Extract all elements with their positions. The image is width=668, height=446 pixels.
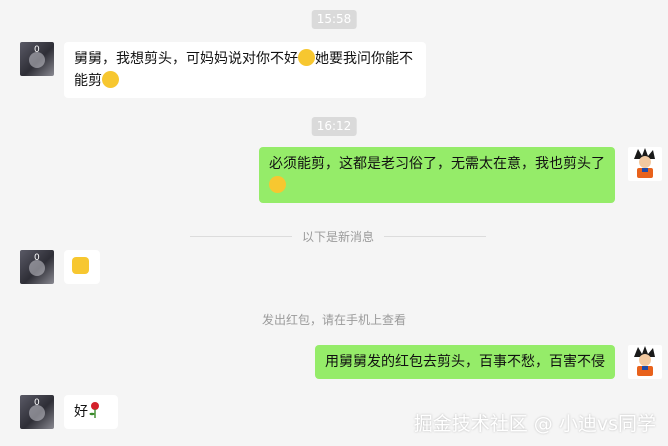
avatar-badge: 0 <box>34 398 40 408</box>
message-bubble-incoming[interactable]: 舅舅，我想剪头，可妈妈说对你不好 她要我问你能不能剪 <box>64 42 426 98</box>
message-bubble-incoming[interactable]: 好 <box>64 395 118 429</box>
message-text: 用舅舅发的红包去剪头，百事不愁，百害不侵 <box>325 354 605 370</box>
smile-emoji-icon <box>102 71 119 88</box>
rose-emoji-icon <box>89 402 99 418</box>
ok-hand-emoji-icon <box>72 257 89 274</box>
system-notice: 发出红包，请在手机上查看 <box>261 313 407 327</box>
message-text: 舅舅，我想剪头，可妈妈说对你不好 <box>74 51 298 67</box>
contact-avatar[interactable]: 0 <box>20 250 54 284</box>
message-bubble-incoming[interactable] <box>64 250 100 284</box>
divider-label: 以下是新消息 <box>302 230 375 244</box>
timestamp: 15:58 <box>311 10 357 29</box>
own-avatar[interactable] <box>628 345 662 379</box>
own-avatar[interactable] <box>628 147 662 181</box>
timestamp: 16:12 <box>311 117 357 136</box>
avatar-badge: 0 <box>34 45 40 55</box>
divider-line <box>384 236 487 237</box>
message-text: 必须能剪，这都是老习俗了，无需太在意，我也剪头了 <box>269 156 605 172</box>
goku-avatar-icon <box>634 148 655 178</box>
contact-avatar[interactable]: 0 <box>20 42 54 76</box>
grin-emoji-icon <box>269 176 286 193</box>
message-bubble-outgoing[interactable]: 必须能剪，这都是老习俗了，无需太在意，我也剪头了 <box>259 147 615 203</box>
sweat-smile-emoji-icon <box>298 49 315 66</box>
divider-line <box>190 236 292 237</box>
avatar-badge: 0 <box>34 253 40 263</box>
new-messages-divider: 以下是新消息 <box>190 228 487 245</box>
contact-avatar[interactable]: 0 <box>20 395 54 429</box>
watermark: 掘金技术社区 @ 小迪vs同学 <box>413 413 656 435</box>
goku-avatar-icon <box>634 346 655 376</box>
message-bubble-outgoing[interactable]: 用舅舅发的红包去剪头，百事不愁，百害不侵 <box>315 345 615 379</box>
message-text: 好 <box>74 404 88 420</box>
